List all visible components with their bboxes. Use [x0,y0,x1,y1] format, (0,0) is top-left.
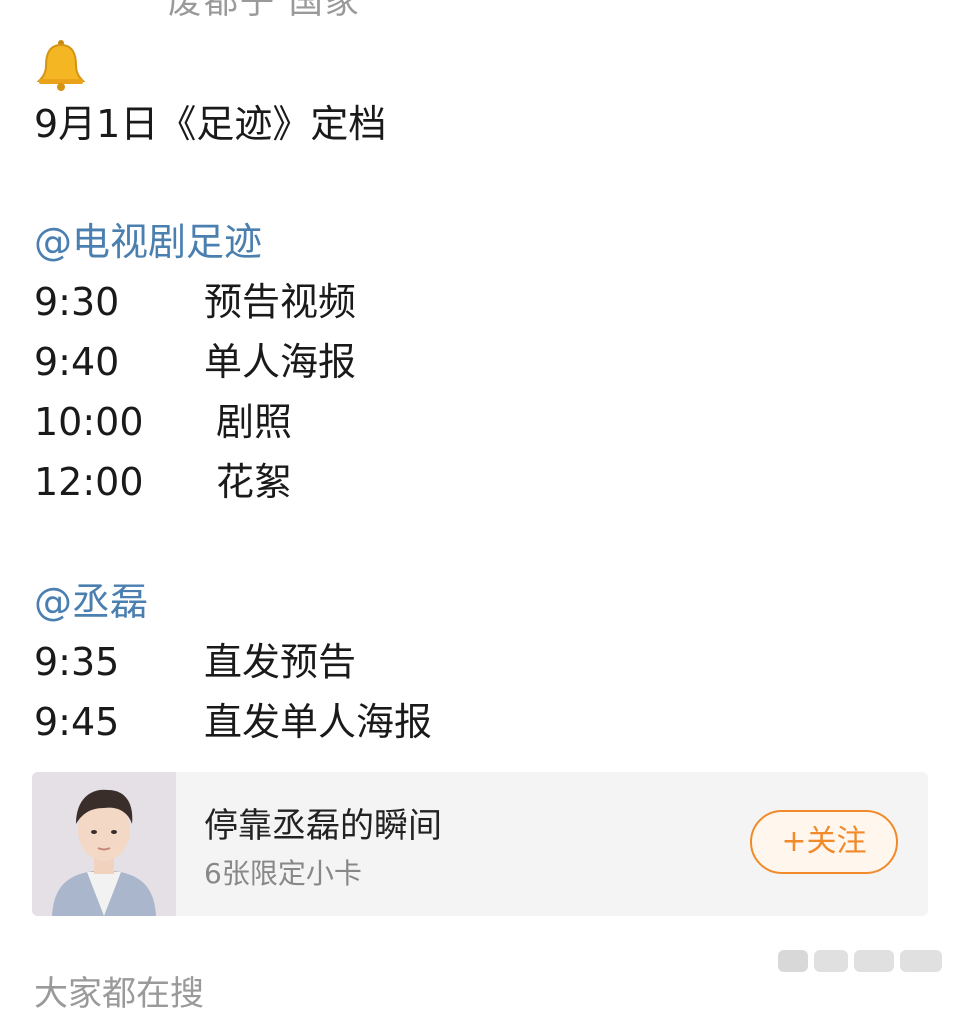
schedule-item: 剧照 [216,400,293,444]
truncated-bottom-text: 大家都在搜 [34,974,204,1014]
mention-actor[interactable]: @丞磊 [34,578,148,626]
schedule-item: 单人海报 [204,340,357,384]
schedule-time: 9:35 [34,640,120,684]
schedule-time: 9:30 [34,280,120,324]
post-headline: 9月1日《足迹》定档 [34,102,387,146]
schedule-item: 花絮 [216,460,293,504]
bell-icon [36,40,86,91]
mention-tv-series[interactable]: @电视剧足迹 [34,218,262,266]
card-subtitle: 6张限定小卡 [204,857,362,890]
truncated-top-text: 废都子 国家 [168,0,361,22]
schedule-time: 10:00 [34,400,144,444]
schedule-item: 直发预告 [204,640,357,684]
watermark-logo [778,950,942,972]
avatar [32,772,176,916]
schedule-item: 直发单人海报 [204,700,433,744]
schedule-time: 9:45 [34,700,120,744]
follow-button[interactable]: +关注 [750,810,898,874]
topic-card[interactable]: 停靠丞磊的瞬间 6张限定小卡 +关注 [32,772,928,916]
card-title: 停靠丞磊的瞬间 [204,806,442,846]
schedule-time: 9:40 [34,340,120,384]
schedule-time: 12:00 [34,460,144,504]
schedule-item: 预告视频 [204,280,357,324]
